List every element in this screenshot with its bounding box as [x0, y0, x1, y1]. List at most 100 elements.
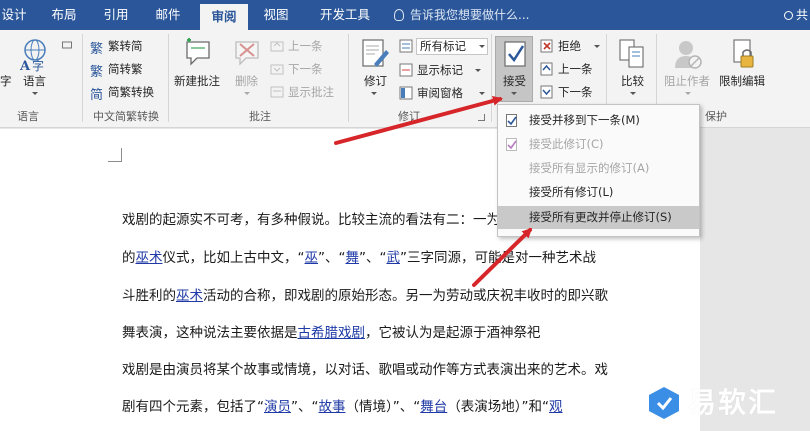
previous-comment-button[interactable]: 上一条 [270, 38, 332, 55]
menu-item-accept-this-change[interactable]: 接受此修订(C) [498, 133, 699, 156]
hyperlink[interactable]: 巫术 [176, 288, 203, 304]
ribbon-tab-bar: 设计 布局 引用 邮件 审阅 视图 开发工具 告诉我您想要做什么... 共享 [0, 0, 810, 52]
markup-display-select[interactable]: 所有标记 [416, 38, 488, 55]
show-markup-icon [399, 63, 413, 77]
group-label-protect: 保护 [705, 110, 727, 123]
reject-label: 拒绝 [558, 39, 581, 53]
hyperlink[interactable]: 舞 [346, 250, 360, 266]
document-line[interactable]: 剧有四个元素，包括了“演员”、“故事（情境）”、“舞台（表演场地）”和“观 [122, 398, 563, 416]
new-comment-button[interactable]: 新建批注 [174, 74, 220, 88]
tracking-dialog-launcher-icon[interactable] [478, 114, 485, 121]
accept-dropdown-menu: 接受并移到下一条(M) 接受此修订(C) 接受所有显示的修订(A) 接受所有修订… [497, 104, 700, 237]
text-run: 仪式，比如上古中文，“ [162, 250, 305, 266]
text-run: 斗胜利的 [122, 288, 176, 304]
restrict-editing-icon [733, 39, 754, 68]
show-comments-button[interactable]: 显示批注 [270, 84, 342, 101]
text-run: ”、“ [318, 250, 346, 266]
menu-item-label: 接受此修订(C) [529, 137, 604, 151]
menu-item-label: 接受所有显示的修订(A) [529, 161, 650, 175]
hyperlink[interactable]: 故事 [319, 399, 346, 415]
to-simplified-button[interactable]: 繁 简转繁 [88, 61, 152, 80]
tab-mailings[interactable]: 邮件 [148, 0, 188, 30]
text-run: 活动的合称，即戏剧的原始形态。另一为劳动或庆祝丰收时的即兴歌 [203, 288, 608, 304]
next-change-button[interactable]: 下一条 [540, 84, 602, 101]
group-separator [82, 34, 83, 122]
spelling-button-label[interactable]: 字 [0, 74, 12, 88]
to-traditional-label: 繁转简 [108, 39, 143, 53]
tell-me-search[interactable]: 告诉我您想要做什么... [394, 0, 529, 30]
track-changes-icon [362, 39, 389, 67]
restrict-editing-button[interactable]: 限制编辑 [719, 74, 765, 88]
accept-button-label: 接受 [503, 74, 526, 88]
reject-button[interactable]: 拒绝 [540, 38, 602, 55]
chevron-down-icon [244, 92, 250, 95]
hyperlink[interactable]: 古希腊戏剧 [298, 325, 366, 341]
delete-comment-icon [235, 41, 259, 66]
tab-references[interactable]: 引用 [98, 0, 134, 30]
menu-item-accept-all-shown[interactable]: 接受所有显示的修订(A) [498, 157, 699, 180]
person-icon [784, 11, 793, 20]
menu-item-accept-all-and-stop-tracking[interactable]: 接受所有更改并停止修订(S) [498, 206, 699, 229]
hyperlink[interactable]: 舞台 [420, 399, 447, 415]
document-line[interactable]: 舞表演，这种说法主要依据是古希腊戏剧，它被认为是起源于酒神祭祀 [122, 324, 541, 342]
group-separator [168, 34, 169, 122]
compare-button[interactable]: 比较 [621, 74, 644, 88]
text-run: 舞表演，这种说法主要依据是 [122, 325, 298, 341]
reviewing-pane-button[interactable]: 审阅窗格 [399, 85, 489, 102]
previous-comment-label: 上一条 [288, 39, 323, 53]
language-button-label[interactable]: 语言 [23, 74, 46, 88]
chevron-down-icon [594, 45, 600, 48]
document-line[interactable]: 戏剧的起源实不可考，有多种假说。比较主流的看法有二：一为原 [122, 211, 514, 229]
share-button[interactable]: 共享 [784, 0, 810, 52]
conversion-char-icon: 简 [90, 88, 104, 103]
chevron-down-icon [32, 92, 38, 95]
menu-item-label: 接受所有更改并停止修订(S) [529, 210, 672, 224]
document-line[interactable]: 的巫术仪式，比如上古中文，“巫”、“舞”、“武”三字同源，可能是对一种艺术战 [122, 249, 596, 267]
chevron-down-icon [371, 92, 377, 95]
traditional-char-icon: 繁 [90, 42, 104, 57]
next-comment-icon [270, 64, 284, 75]
compare-icon [619, 39, 644, 68]
tab-view[interactable]: 视图 [256, 0, 296, 30]
tab-review[interactable]: 审阅 [200, 4, 248, 30]
tab-layout[interactable]: 布局 [46, 0, 82, 30]
simplified-char-icon: 繁 [90, 65, 104, 80]
watermark-logo-icon [649, 387, 679, 419]
text-run: 的 [122, 250, 136, 266]
text-run: ”三字同源，可能是对一种艺术战 [400, 250, 596, 266]
conversion-button[interactable]: 简 简繁转换 [88, 84, 162, 103]
accept-checkmark-icon [504, 41, 526, 67]
track-changes-button[interactable]: 修订 [364, 74, 387, 88]
document-line[interactable]: 戏剧是由演员将某个故事或情境，以对话、歌唱或动作等方式表演出来的艺术。戏 [122, 361, 608, 379]
hyperlink[interactable]: 观 [549, 399, 563, 415]
to-simplified-label: 简转繁 [108, 62, 143, 76]
next-change-icon [540, 85, 553, 99]
block-authors-button[interactable]: 阻止作者 [664, 74, 710, 88]
hyperlink[interactable]: 巫 [305, 250, 319, 266]
next-change-label: 下一条 [558, 85, 593, 99]
hyperlink[interactable]: 巫术 [136, 250, 163, 266]
to-traditional-button[interactable]: 繁 繁转简 [88, 38, 152, 57]
watermark-text: 易软汇 [688, 386, 779, 419]
page-corner-mark [108, 148, 122, 162]
keyboard-icon [62, 41, 72, 49]
tab-developer[interactable]: 开发工具 [312, 0, 378, 30]
previous-change-button[interactable]: 上一条 [540, 61, 602, 78]
accept-this-icon [506, 138, 517, 151]
menu-item-accept-all-changes[interactable]: 接受所有修订(L) [498, 181, 699, 204]
hyperlink[interactable]: 演员 [264, 399, 291, 415]
show-markup-button[interactable]: 显示标记 [399, 62, 483, 79]
delete-comment-button[interactable]: 删除 [235, 74, 258, 88]
markup-display-value: 所有标记 [420, 39, 466, 53]
conversion-label: 简繁转换 [108, 85, 154, 99]
tab-design[interactable]: 设计 [0, 0, 28, 30]
hyperlink[interactable]: 武 [387, 250, 401, 266]
text-run: 戏剧的起源实不可考，有多种假说。比较主流的看法有二：一为原 [122, 212, 514, 228]
language-icon: A 字 [19, 39, 46, 72]
chevron-down-icon [511, 92, 517, 95]
next-comment-button[interactable]: 下一条 [270, 61, 332, 78]
reviewing-pane-label: 审阅窗格 [417, 86, 463, 100]
document-line[interactable]: 斗胜利的巫术活动的合称，即戏剧的原始形态。另一为劳动或庆祝丰收时的即兴歌 [122, 287, 608, 305]
accept-move-icon [506, 114, 517, 127]
menu-item-accept-and-move-next[interactable]: 接受并移到下一条(M) [498, 109, 699, 132]
